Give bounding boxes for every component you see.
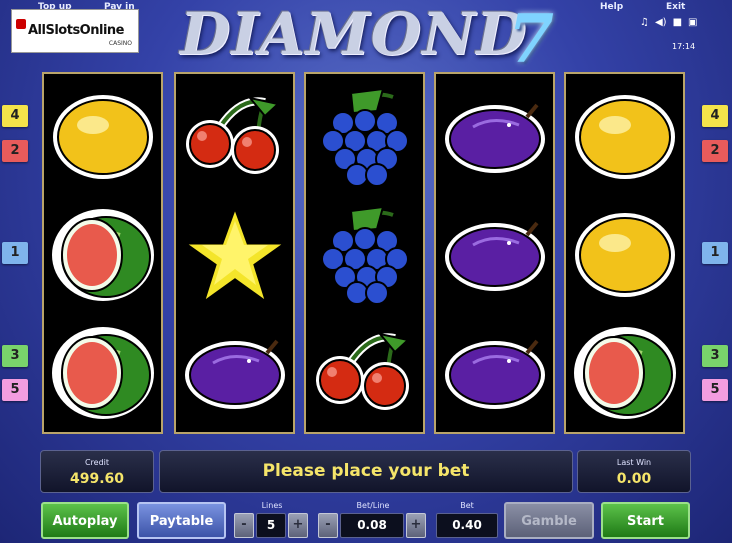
- lemon-symbol: [566, 78, 683, 196]
- watermelon-symbol: [566, 314, 683, 432]
- line-marker-right-1: 1: [702, 242, 728, 264]
- bet-line-label: Bet/Line: [356, 501, 390, 510]
- bet-value: 0.40: [436, 513, 498, 538]
- bet-line-increase-button[interactable]: +: [406, 513, 426, 538]
- line-marker-left-5: 5: [2, 379, 28, 401]
- dice-icon: [16, 19, 26, 29]
- watermelon-symbol: [44, 314, 161, 432]
- bet-line-decrease-button[interactable]: -: [318, 513, 338, 538]
- game-title-seven: 7: [508, 0, 554, 78]
- line-marker-left-3: 3: [2, 345, 28, 367]
- reel-5: [564, 72, 685, 434]
- cherries-symbol: [176, 78, 293, 196]
- watermelon-symbol: [44, 196, 161, 314]
- bet-line-value: 0.08: [340, 513, 404, 538]
- line-marker-right-2: 2: [702, 140, 728, 162]
- reel-3: [304, 72, 425, 434]
- paytable-button[interactable]: Paytable: [137, 502, 226, 539]
- lemon-symbol: [566, 196, 683, 314]
- start-button[interactable]: Start: [601, 502, 690, 539]
- plum-symbol: [176, 314, 293, 432]
- credit-value: 499.60: [69, 471, 125, 487]
- clock: 17:14: [672, 42, 696, 51]
- plum-symbol: [436, 78, 553, 196]
- grapes-symbol: [306, 78, 423, 196]
- lines-label: Lines: [261, 501, 283, 510]
- bet-label: Bet: [460, 501, 474, 510]
- gamble-button[interactable]: Gamble: [504, 502, 594, 539]
- help-link[interactable]: Help: [600, 2, 623, 12]
- cherries-symbol: [306, 314, 423, 432]
- plum-symbol: [436, 196, 553, 314]
- lines-value: 5: [256, 513, 286, 538]
- credit-label: Credit: [84, 458, 110, 467]
- credit-panel: Credit 499.60: [40, 450, 154, 493]
- logo-sub: CASINO: [108, 40, 132, 47]
- reel-4: [434, 72, 555, 434]
- line-marker-left-4: 4: [2, 105, 28, 127]
- exit-link[interactable]: Exit: [666, 2, 685, 12]
- lines-increase-button[interactable]: +: [288, 513, 308, 538]
- logo-brand: AllSlotsOnline: [28, 23, 124, 38]
- casino-logo: AllSlotsOnline CASINO: [11, 9, 139, 53]
- screen-icon[interactable]: ■: [673, 17, 682, 28]
- plum-symbol: [436, 314, 553, 432]
- line-marker-right-4: 4: [702, 105, 728, 127]
- line-marker-left-2: 2: [2, 140, 28, 162]
- grapes-symbol: [306, 196, 423, 314]
- reel-1: [42, 72, 163, 434]
- lines-decrease-button[interactable]: -: [234, 513, 254, 538]
- last-win-panel: Last Win 0.00: [577, 450, 691, 493]
- music-icon[interactable]: ♫: [640, 17, 649, 28]
- lemon-symbol: [44, 78, 161, 196]
- volume-icon[interactable]: ◀): [655, 17, 667, 28]
- fullscreen-icon[interactable]: ▣: [688, 17, 697, 28]
- line-marker-right-3: 3: [702, 345, 728, 367]
- system-icons: ♫ ◀) ■ ▣: [640, 17, 697, 28]
- line-marker-right-5: 5: [702, 379, 728, 401]
- game-title: DIAMOND: [180, 0, 528, 68]
- last-win-value: 0.00: [616, 471, 652, 487]
- line-marker-left-1: 1: [2, 242, 28, 264]
- star-symbol: [176, 196, 293, 314]
- reel-2: [174, 72, 295, 434]
- status-message: Please place your bet: [159, 450, 573, 493]
- last-win-label: Last Win: [616, 458, 652, 467]
- autoplay-button[interactable]: Autoplay: [41, 502, 129, 539]
